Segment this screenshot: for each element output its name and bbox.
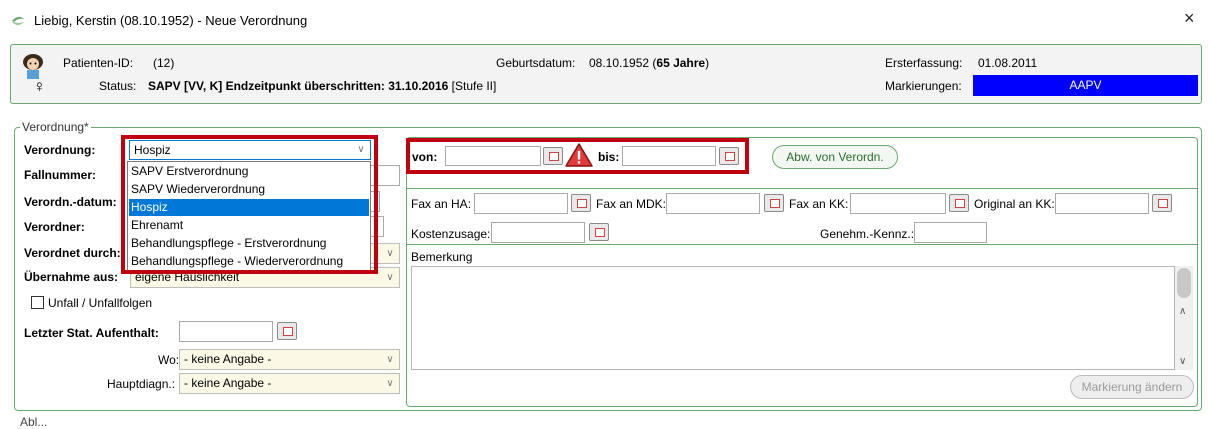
verordnungsdatum-label: Verordn.-datum: — [24, 195, 117, 209]
scroll-up-icon[interactable]: ∧ — [1179, 305, 1186, 319]
markierungen-label: Markierungen: — [885, 79, 962, 93]
chevron-down-icon: ∨ — [386, 248, 394, 259]
chevron-down-icon: ∨ — [386, 354, 394, 365]
fax-kk-field[interactable] — [850, 193, 946, 214]
fax-mdk-label: Fax an MDK: — [596, 197, 667, 211]
birthdate-age: 65 Jahre — [656, 56, 706, 70]
hauptdiagnose-value: - keine Angabe - — [184, 376, 272, 390]
chevron-down-icon: ∨ — [386, 378, 394, 389]
wo-label: Wo: — [158, 353, 180, 367]
unfall-checkbox[interactable] — [31, 296, 44, 309]
hauptdiagnose-label: Hauptdiagn.: — [107, 377, 176, 391]
ersterfassung-label: Ersterfassung: — [885, 56, 963, 70]
scroll-down-icon[interactable]: ∨ — [1179, 355, 1186, 369]
kostenzusage-field[interactable] — [491, 222, 585, 243]
status-text: SAPV [VV, K] Endzeitpunkt überschritten:… — [148, 79, 449, 93]
birthdate-date: 08.10.1952 ( — [589, 56, 657, 70]
genehm-kennz-field[interactable] — [914, 222, 987, 243]
kostenzusage-label: Kostenzusage: — [411, 227, 491, 241]
window-title: Liebig, Kerstin (08.10.1952) - Neue Vero… — [34, 13, 308, 28]
calendar-icon[interactable] — [1152, 194, 1172, 212]
status-value: SAPV [VV, K] Endzeitpunkt überschritten:… — [148, 79, 496, 93]
fax-mdk-field[interactable] — [666, 193, 760, 214]
patient-id-value: (12) — [153, 56, 175, 70]
status-stufe: [Stufe II] — [448, 79, 497, 93]
abw-verordnung-button[interactable]: Abw. von Verordn. — [772, 145, 898, 169]
highlight-frame-dropdown — [121, 135, 378, 274]
verordnung-label: Verordnung: — [24, 143, 96, 157]
uebernahme-label: Übernahme aus: — [24, 270, 119, 284]
chevron-down-icon: ∨ — [386, 272, 394, 283]
gender-icon: ♀ — [33, 77, 46, 96]
birthdate-close: ) — [705, 56, 710, 70]
calendar-icon[interactable] — [764, 194, 784, 212]
original-kk-label: Original an KK: — [974, 197, 1055, 211]
markierung-aendern-button[interactable]: Markierung ändern — [1070, 375, 1194, 399]
separator — [407, 244, 1197, 245]
calendar-icon[interactable] — [277, 322, 297, 340]
hauptdiagnose-combo[interactable]: - keine Angabe - ∨ — [179, 373, 400, 394]
letzter-aufenthalt-label: Letzter Stat. Aufenthalt: — [24, 326, 159, 340]
wo-value: - keine Angabe - — [184, 352, 272, 366]
original-kk-field[interactable] — [1055, 193, 1149, 214]
separator — [407, 188, 1197, 189]
verordnung-legend: Verordnung* — [20, 120, 91, 134]
wo-combo[interactable]: - keine Angabe - ∨ — [179, 349, 400, 370]
highlight-frame-dates — [406, 138, 749, 174]
markierung-badge: AAPV — [973, 75, 1198, 96]
fax-ha-field[interactable] — [474, 193, 568, 214]
app-icon — [10, 13, 26, 29]
fax-ha-label: Fax an HA: — [411, 197, 472, 211]
letzter-aufenthalt-field[interactable] — [179, 321, 273, 342]
verordner-label: Verordner: — [24, 220, 85, 234]
calendar-icon[interactable] — [949, 194, 969, 212]
patient-id-label: Patienten-ID: — [63, 56, 134, 70]
bemerkung-textarea[interactable] — [411, 266, 1175, 370]
birthdate-value: 08.10.1952 (65 Jahre) — [589, 56, 709, 70]
verordnet-durch-label: Verordnet durch: — [24, 246, 121, 260]
calendar-icon[interactable] — [571, 194, 591, 212]
calendar-icon[interactable] — [589, 223, 609, 241]
birthdate-label: Geburtsdatum: — [496, 56, 576, 70]
genehm-kennz-label: Genehm.-Kennz.: — [820, 227, 915, 241]
fallnummer-label: Fallnummer: — [24, 168, 97, 182]
close-icon[interactable]: × — [1184, 9, 1195, 27]
footer-partial-text: Abl... — [20, 415, 48, 429]
unfall-label: Unfall / Unfallfolgen — [48, 296, 153, 310]
status-label: Status: — [99, 79, 137, 93]
ersterfassung-value: 01.08.2011 — [978, 56, 1038, 70]
fax-kk-label: Fax an KK: — [789, 197, 849, 211]
bemerkung-label: Bemerkung — [411, 250, 473, 264]
scrollbar-thumb[interactable] — [1177, 268, 1191, 298]
